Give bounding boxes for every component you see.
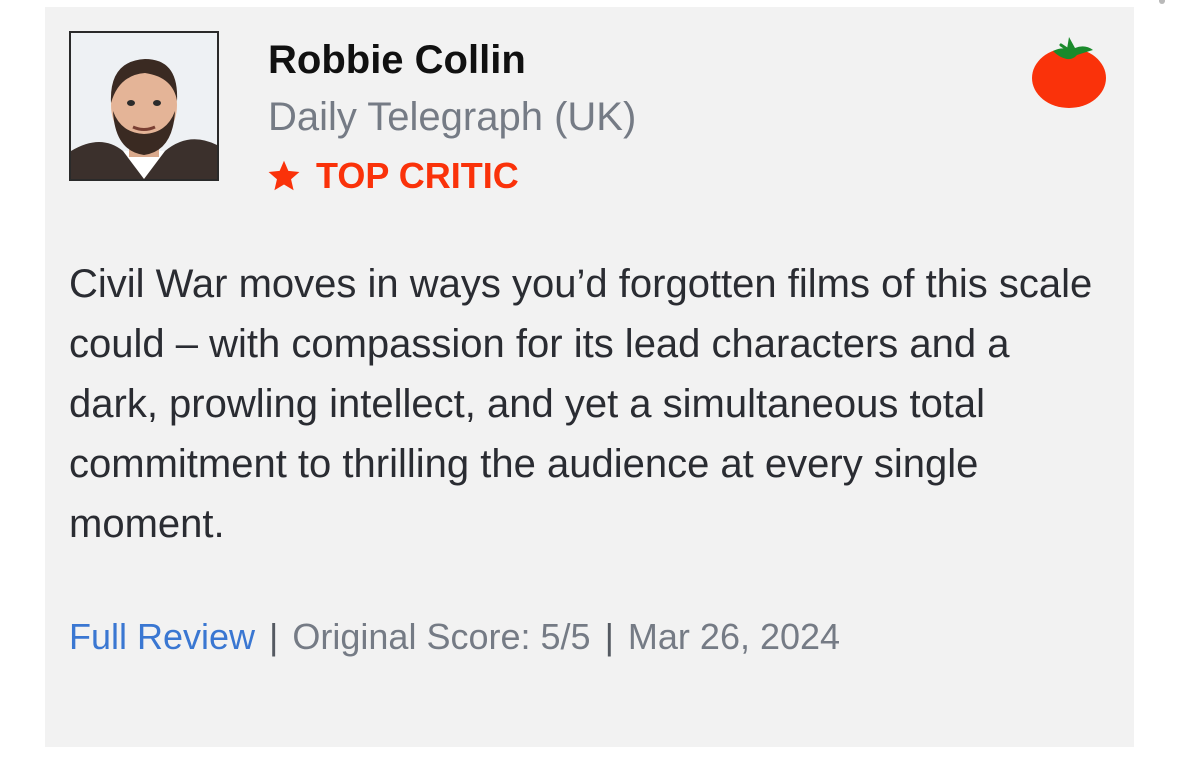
top-critic-badge: TOP CRITIC [266,154,519,198]
star-icon [268,160,300,191]
critic-avatar[interactable] [69,31,219,181]
publication-name[interactable]: Daily Telegraph (UK) [268,95,636,140]
critic-photo [71,33,217,179]
top-critic-label: TOP CRITIC [316,155,519,196]
original-score: Original Score: 5/5 [292,616,591,657]
review-quote: Civil War moves in ways you’d forgotten … [69,262,1093,546]
separator: | [269,616,279,657]
review-date: Mar 26, 2024 [627,616,841,657]
scrollbar-edge [1159,0,1165,4]
critic-name[interactable]: Robbie Collin [268,38,526,83]
full-review-link[interactable]: Full Review [69,616,255,658]
separator: | [604,616,614,657]
fresh-tomato-icon [1031,31,1111,111]
critic-review-card: Robbie Collin Daily Telegraph (UK) TOP C… [45,7,1134,747]
review-footer: Full Review | Original Score: 5/5 | Mar … [69,612,840,662]
